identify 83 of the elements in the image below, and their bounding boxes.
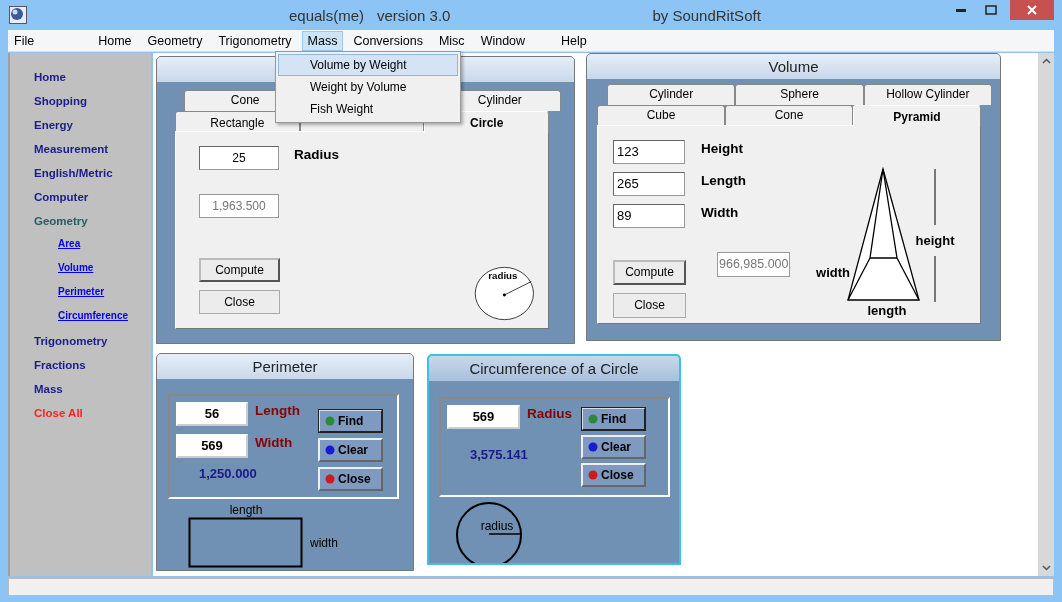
menu-item[interactable]: Help [555, 30, 593, 51]
push-button[interactable]: Close [581, 463, 646, 487]
tab[interactable]: Hollow Cylinder [863, 84, 992, 105]
input-field[interactable]: 25 [199, 146, 279, 170]
field-label: Width [701, 204, 739, 220]
nav-link[interactable]: Circumference [58, 309, 129, 333]
window-title: Volume [587, 54, 1000, 79]
push-button[interactable]: Close [199, 290, 280, 314]
app-icon[interactable] [9, 6, 27, 24]
nav-link[interactable]: Energy [34, 117, 73, 141]
push-button[interactable]: Close [318, 467, 383, 491]
window-title: equals(me) [289, 6, 365, 24]
diagram-label: width [816, 265, 850, 280]
menu-item[interactable]: Misc [432, 30, 471, 51]
diagram-label: length [229, 503, 263, 517]
nav-link[interactable]: Home [34, 69, 66, 93]
input-field[interactable]: 123 [613, 140, 685, 164]
nav-link[interactable]: Area [58, 237, 81, 261]
push-button[interactable]: Close [613, 293, 686, 318]
menu-item[interactable]: Trigonometry [212, 30, 298, 51]
diagram-label: width [310, 536, 338, 550]
diagram-label: length [867, 303, 907, 318]
nav-link[interactable]: Geometry [34, 213, 88, 237]
result-value: 1,250.000 [198, 466, 258, 481]
diagram-label: radius [488, 269, 518, 281]
nav-link[interactable]: English/Metric [34, 165, 113, 189]
push-button[interactable]: Find [581, 407, 646, 431]
push-button[interactable]: Find [318, 409, 383, 433]
vertical-scrollbar[interactable] [1038, 53, 1054, 576]
window-title: Perimeter [157, 354, 413, 379]
circle-drawing [456, 502, 522, 563]
window-title: Circumference of a Circle [429, 356, 679, 381]
field-label: Length [255, 402, 300, 418]
menu-item[interactable]: Mass [301, 30, 344, 51]
field-label: Radius [527, 405, 572, 421]
nav-link[interactable]: Shopping [34, 93, 87, 117]
tab[interactable]: Pyramid [853, 105, 981, 127]
input-field[interactable]: 265 [613, 172, 685, 196]
diagram-label: radius [480, 519, 514, 533]
nav-link[interactable]: Mass [34, 381, 63, 405]
field-label: Width [255, 434, 293, 450]
nav-link[interactable]: Fractions [34, 357, 86, 381]
field-label: Radius [294, 146, 339, 162]
minimize-icon [956, 8, 966, 12]
result-field: 966,985.000 [717, 252, 790, 277]
input-field[interactable]: 56 [176, 402, 248, 426]
maximize-icon [985, 5, 997, 15]
nav-link[interactable]: Trigonometry [34, 333, 108, 357]
input-field[interactable]: 569 [176, 434, 248, 458]
nav-link[interactable]: Computer [34, 189, 89, 213]
menu-item[interactable]: Window [474, 30, 532, 51]
push-button[interactable]: Clear [318, 438, 383, 462]
menu-item[interactable]: Volume by Weight [278, 54, 458, 76]
tab[interactable]: Sphere [735, 84, 864, 105]
nav-link[interactable]: Perimeter [58, 285, 105, 309]
nav-link[interactable]: Measurement [34, 141, 109, 165]
scroll-down-icon[interactable] [1041, 565, 1051, 571]
menu-item[interactable]: Home [92, 30, 138, 51]
result-field: 1,963.500 [199, 194, 279, 218]
field-label: Length [701, 172, 746, 188]
input-field[interactable]: 569 [447, 405, 520, 429]
close-icon [1027, 5, 1037, 15]
tab[interactable]: Cone [725, 105, 853, 125]
dimension-line [934, 168, 936, 226]
push-button[interactable]: Compute [613, 260, 686, 285]
tab[interactable]: Cylinder [607, 84, 736, 105]
nav-link[interactable]: Volume [58, 261, 94, 285]
push-button[interactable]: Clear [581, 435, 646, 459]
close-button[interactable] [1010, 0, 1054, 20]
diagram-label: height [915, 233, 955, 248]
field-label: Height [701, 140, 743, 156]
version-label: version 3.0 [377, 6, 451, 24]
dimension-line [934, 255, 936, 303]
input-field[interactable]: 89 [613, 204, 685, 228]
menu-item[interactable]: Conversions [347, 30, 429, 51]
result-value: 3,575.141 [469, 447, 529, 462]
publisher-label: by SoundRitSoft [652, 6, 761, 24]
menu-item[interactable]: File [8, 30, 41, 51]
scroll-up-icon[interactable] [1041, 58, 1051, 64]
menu-item[interactable]: Geometry [141, 30, 209, 51]
tab[interactable]: Cube [597, 105, 725, 125]
push-button[interactable]: Compute [199, 258, 280, 282]
circle-drawing [475, 267, 535, 320]
